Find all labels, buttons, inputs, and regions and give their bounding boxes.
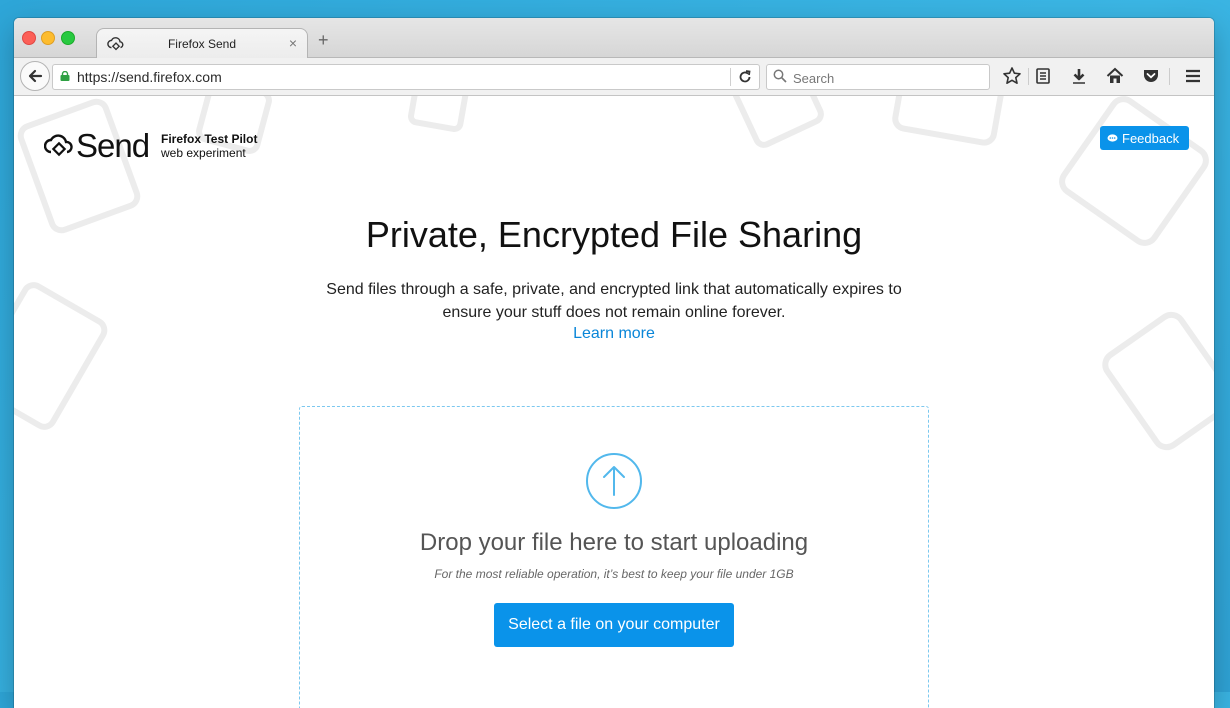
lock-icon [60, 71, 70, 81]
home-icon[interactable] [1105, 66, 1125, 86]
navigation-bar: https://send.firefox.com [14, 58, 1214, 96]
back-button[interactable] [20, 61, 50, 91]
hamburger-menu-icon[interactable] [1183, 66, 1203, 86]
upload-dropzone[interactable]: Drop your file here to start uploading F… [299, 406, 929, 708]
close-window-button[interactable] [22, 31, 36, 45]
new-tab-button[interactable]: + [318, 31, 329, 49]
feedback-button[interactable]: Feedback [1100, 126, 1190, 150]
downloads-icon[interactable] [1069, 66, 1089, 86]
tab-title: Firefox Send [167, 37, 237, 51]
send-logo-icon [44, 134, 73, 157]
reload-icon[interactable] [737, 69, 753, 85]
toolbar-separator [1169, 68, 1170, 85]
dropzone-hint: For the most reliable operation, it’s be… [434, 567, 794, 581]
search-input[interactable] [791, 67, 985, 89]
page-content: Send Firefox Test Pilot web experiment F… [14, 96, 1214, 708]
search-icon [773, 69, 787, 83]
learn-more-link[interactable]: Learn more [14, 325, 1214, 343]
logo-wordmark: Send [76, 127, 150, 164]
web-experiment-label: web experiment [161, 146, 246, 160]
tab-close-icon[interactable]: × [289, 35, 297, 51]
test-pilot-label: Firefox Test Pilot [161, 132, 258, 146]
browser-window: Firefox Send × + https://send.firefox.co… [14, 18, 1214, 708]
send-logo[interactable]: Send [44, 126, 150, 166]
tab-firefox-send[interactable]: Firefox Send × [96, 28, 308, 59]
minimize-window-button[interactable] [41, 31, 55, 45]
maximize-window-button[interactable] [61, 31, 75, 45]
dropzone-title: Drop your file here to start uploading [419, 529, 809, 556]
toolbar-separator [1028, 68, 1029, 85]
url-text[interactable]: https://send.firefox.com [77, 69, 222, 85]
speech-bubble-icon [1107, 133, 1118, 142]
pocket-icon[interactable] [1141, 66, 1161, 86]
url-bar[interactable]: https://send.firefox.com [52, 64, 760, 90]
bookmarks-menu-icon[interactable] [1033, 66, 1053, 86]
select-file-button[interactable]: Select a file on your computer [494, 603, 734, 647]
feedback-label: Feedback [1122, 130, 1180, 146]
upload-arrow-icon [586, 453, 642, 509]
page-description: Send files through a safe, private, and … [326, 281, 902, 321]
back-arrow-icon [28, 69, 43, 83]
page-title: Private, Encrypted File Sharing [365, 214, 863, 255]
url-separator [730, 68, 731, 86]
logo-subtitle: Firefox Test Pilot web experiment [161, 132, 257, 160]
tab-strip: Firefox Send × + [14, 18, 1214, 59]
bookmark-star-icon[interactable] [1002, 66, 1022, 86]
search-bar[interactable] [766, 64, 990, 90]
